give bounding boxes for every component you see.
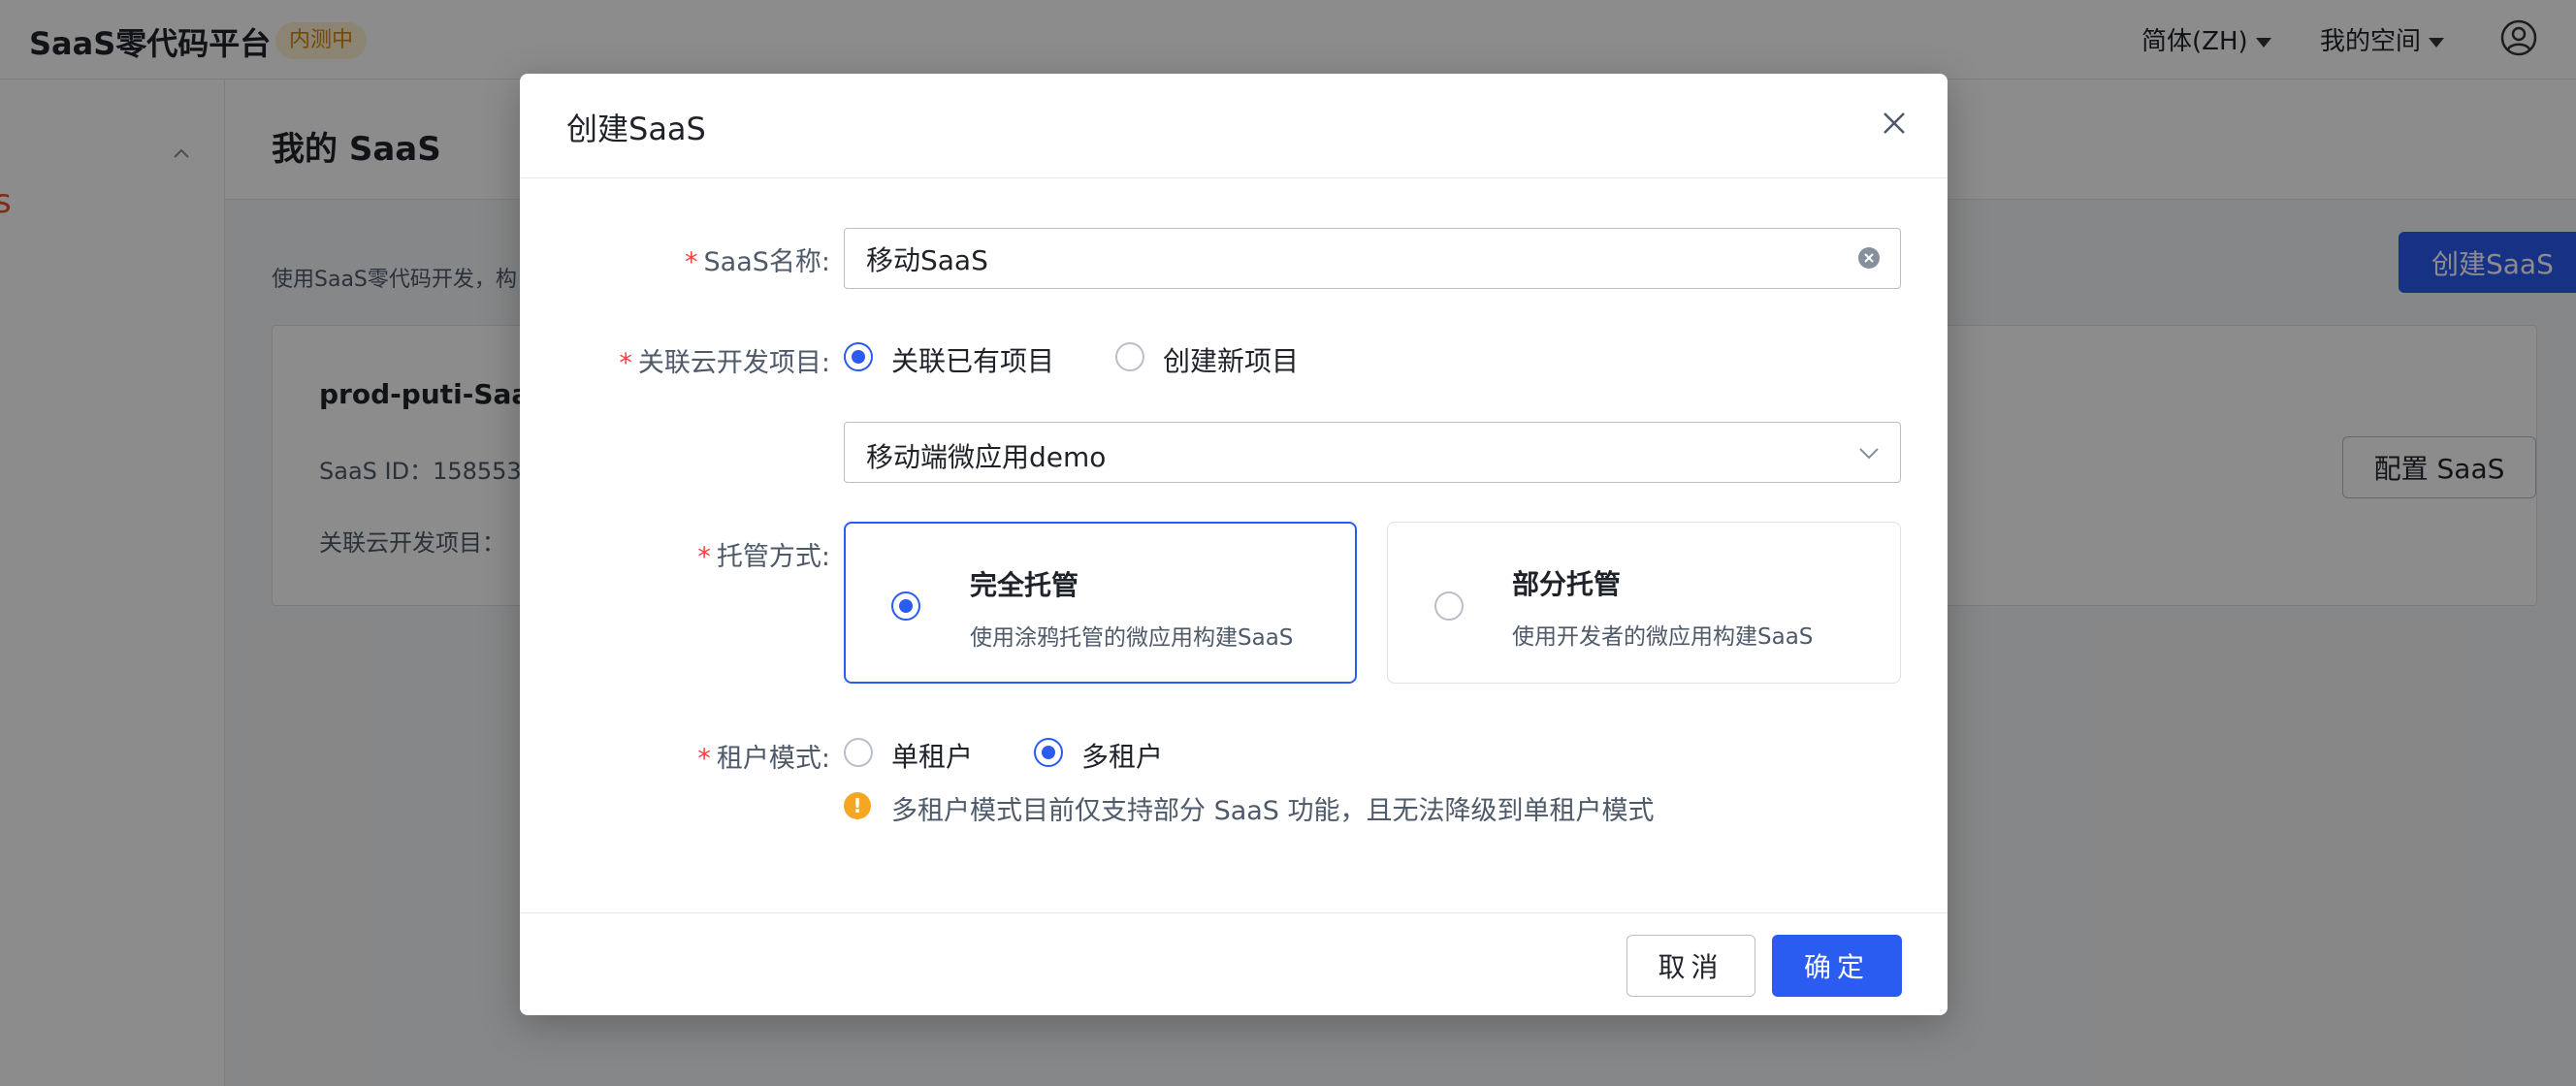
radio-multi-tenant-label[interactable]: 多租户: [1081, 736, 1163, 775]
hosting-full-desc: 使用涂鸦托管的微应用构建SaaS: [970, 625, 1294, 651]
chevron-down-icon: [1859, 448, 1879, 460]
modal-title: 创建SaaS: [566, 111, 706, 147]
close-icon[interactable]: [1880, 109, 1909, 138]
required-mark: *: [619, 348, 632, 378]
modal-footer-divider: [520, 912, 1948, 913]
hosting-option-partial[interactable]: 部分托管 使用开发者的微应用构建SaaS: [1387, 522, 1901, 684]
warning-icon: !: [844, 792, 871, 819]
saas-name-field[interactable]: [844, 228, 1901, 289]
required-mark: *: [685, 247, 698, 277]
hosting-label: * 托管方式:: [665, 535, 830, 573]
tenant-label: * 租户模式:: [665, 737, 830, 775]
cancel-button[interactable]: 取消: [1626, 935, 1755, 997]
create-saas-modal: 创建SaaS *SaaS名称: *关联云开发项目: 关联已有项目 创建新项目 移…: [520, 74, 1948, 1015]
project-label-text: 关联云开发项目:: [637, 348, 830, 378]
required-mark: *: [697, 542, 711, 572]
radio-single-tenant-label[interactable]: 单租户: [891, 736, 973, 775]
radio-existing-project-label[interactable]: 关联已有项目: [891, 340, 1054, 379]
hosting-partial-title: 部分托管: [1512, 568, 1622, 600]
saas-name-label: * SaaS名称:: [665, 240, 830, 278]
radio-new-project[interactable]: [1115, 342, 1144, 371]
radio-new-project-label[interactable]: 创建新项目: [1163, 340, 1299, 379]
modal-header: 创建SaaS: [520, 74, 1948, 178]
radio-existing-project[interactable]: [844, 342, 873, 371]
required-mark: *: [697, 744, 711, 774]
tenant-label-text: 租户模式:: [716, 744, 830, 774]
saas-name-input[interactable]: [866, 229, 1817, 288]
project-label: * 关联云开发项目:: [578, 341, 830, 379]
confirm-button[interactable]: 确定: [1772, 935, 1902, 997]
hosting-partial-radio[interactable]: [1434, 591, 1464, 621]
saas-name-label-text: SaaS名称:: [703, 247, 830, 277]
radio-single-tenant[interactable]: [844, 738, 873, 767]
hosting-label-text: 托管方式:: [716, 542, 830, 572]
clear-icon[interactable]: [1857, 246, 1881, 270]
hosting-full-radio[interactable]: [891, 591, 920, 621]
project-select-value: 移动端微应用demo: [866, 441, 1107, 473]
hosting-full-title: 完全托管: [970, 569, 1079, 601]
hosting-option-full[interactable]: 完全托管 使用涂鸦托管的微应用构建SaaS: [844, 522, 1357, 684]
project-select[interactable]: 移动端微应用demo: [844, 422, 1901, 483]
hosting-partial-desc: 使用开发者的微应用构建SaaS: [1512, 624, 1814, 650]
radio-multi-tenant[interactable]: [1034, 738, 1063, 767]
tenant-warning-text: 多租户模式目前仅支持部分 SaaS 功能，且无法降级到单租户模式: [891, 796, 1655, 826]
